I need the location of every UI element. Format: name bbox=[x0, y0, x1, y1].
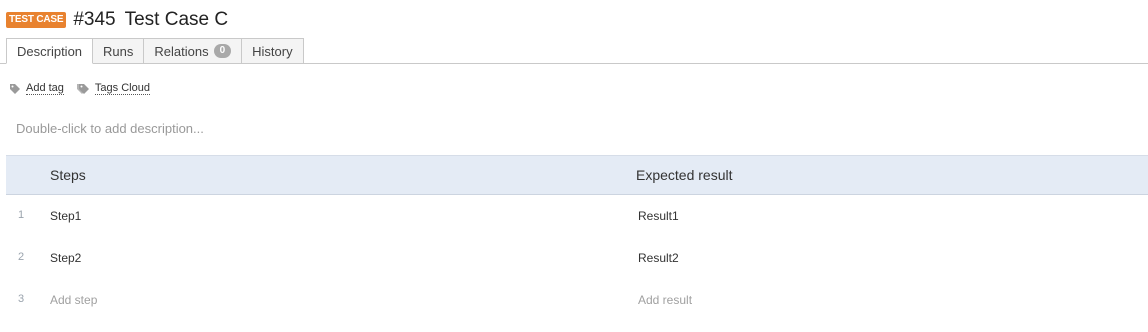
relations-count-badge: 0 bbox=[213, 44, 232, 58]
tab-description[interactable]: Description bbox=[6, 38, 94, 64]
tab-runs[interactable]: Runs bbox=[93, 38, 145, 64]
description-placeholder[interactable]: Double-click to add description... bbox=[16, 121, 204, 136]
tags-bar: Add tag Tags Cloud bbox=[9, 82, 162, 95]
step-number: 2 bbox=[18, 251, 25, 263]
entity-title[interactable]: Test Case C bbox=[125, 8, 228, 32]
add-step-row: 3 Add step Add result bbox=[6, 279, 1148, 321]
entity-header: TEST CASE #345 Test Case C bbox=[6, 7, 228, 33]
tab-bar: Description Runs Relations 0 History bbox=[6, 38, 304, 64]
step-text[interactable]: Step1 bbox=[50, 209, 81, 223]
add-result-input[interactable]: Add result bbox=[638, 293, 692, 307]
steps-table-header: Steps Expected result bbox=[6, 155, 1148, 195]
entity-type-badge: TEST CASE bbox=[6, 12, 67, 28]
entity-id: #345 bbox=[73, 9, 116, 30]
tab-history[interactable]: History bbox=[242, 38, 304, 64]
step-number: 1 bbox=[18, 209, 25, 221]
add-tag-label: Add tag bbox=[26, 82, 64, 95]
step-row[interactable]: 2 Step2 Result2 bbox=[6, 237, 1148, 279]
tab-history-label: History bbox=[252, 43, 293, 59]
expected-result-text[interactable]: Result1 bbox=[638, 209, 679, 223]
step-number: 3 bbox=[18, 293, 25, 305]
tab-relations[interactable]: Relations 0 bbox=[144, 38, 243, 64]
tab-description-label: Description bbox=[17, 43, 83, 59]
tab-runs-label: Runs bbox=[103, 43, 134, 59]
steps-table: Steps Expected result 1 Step1 Result1 2 … bbox=[6, 155, 1148, 321]
add-step-input[interactable]: Add step bbox=[50, 293, 97, 307]
expected-result-column-header: Expected result bbox=[636, 167, 733, 183]
tab-relations-label: Relations bbox=[154, 43, 209, 59]
steps-column-header: Steps bbox=[50, 167, 86, 183]
expected-result-text[interactable]: Result2 bbox=[638, 251, 679, 265]
step-row[interactable]: 1 Step1 Result1 bbox=[6, 195, 1148, 237]
tags-cloud-link[interactable]: Tags Cloud bbox=[76, 82, 150, 95]
tags-cloud-label: Tags Cloud bbox=[94, 82, 150, 95]
step-text[interactable]: Step2 bbox=[50, 251, 81, 265]
tag-icon bbox=[10, 83, 20, 94]
add-tag-link[interactable]: Add tag bbox=[9, 82, 64, 95]
tags-icon bbox=[76, 83, 89, 94]
